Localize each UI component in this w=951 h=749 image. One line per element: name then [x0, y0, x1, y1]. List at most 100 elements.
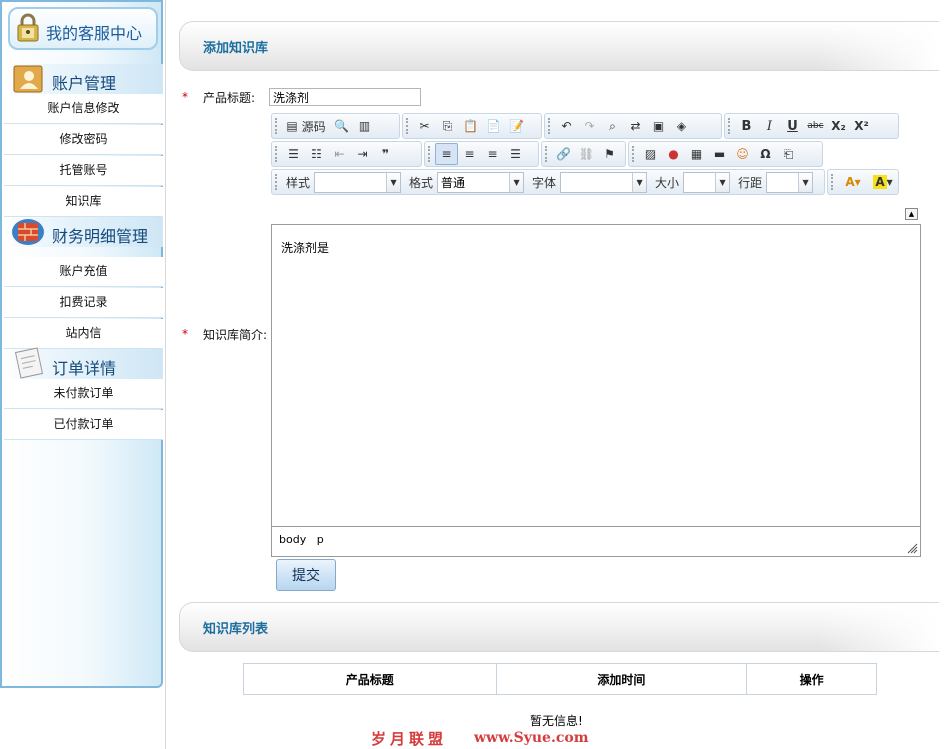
sidebar-item-unpaid-orders[interactable]: 未付款订单 [4, 379, 163, 409]
toolbar-grip[interactable] [545, 146, 549, 162]
font-select[interactable]: ▼ [560, 171, 648, 193]
sidebar-item-hosted-account[interactable]: 托管账号 [4, 156, 163, 186]
sidebar-item-account-info[interactable]: 账户信息修改 [4, 94, 163, 124]
image-button[interactable]: ▨ [639, 143, 662, 165]
required-mark: * [182, 327, 188, 341]
unlink-icon: ⛓ [578, 147, 595, 161]
toolbar-grip[interactable] [548, 118, 552, 134]
submit-button[interactable]: 提交 [276, 559, 336, 591]
sidebar-item-paid-orders[interactable]: 已付款订单 [4, 410, 163, 440]
preview-icon: 🔍 [334, 119, 349, 133]
editor-content-area[interactable]: 洗涤剂是 [271, 224, 921, 526]
toolbar-grip[interactable] [632, 146, 636, 162]
sidebar-item-knowledge-base[interactable]: 知识库 [4, 187, 163, 217]
toolbar-group-document: ▤ 源码 🔍 ▥ [271, 113, 400, 139]
flash-button[interactable]: ● [662, 143, 685, 165]
anchor-button[interactable]: ⚑ [598, 143, 621, 165]
copy-button[interactable]: ⎘ [436, 115, 459, 137]
align-left-button[interactable]: ≡ [435, 143, 458, 165]
paste-text-icon: 📄 [486, 119, 501, 133]
unlink-button[interactable]: ⛓ [575, 143, 598, 165]
paste-button[interactable]: 📋 [459, 115, 482, 137]
toolbar-grip[interactable] [406, 118, 410, 134]
align-center-button[interactable]: ≡ [458, 143, 481, 165]
knowledge-list-header: 知识库列表 [179, 602, 939, 652]
align-center-icon: ≡ [464, 147, 475, 161]
toolbar-grip[interactable] [831, 174, 835, 190]
underline-button[interactable]: U [781, 115, 804, 137]
align-justify-button[interactable]: ☰ [504, 143, 527, 165]
bulleted-list-button[interactable]: ☷ [305, 143, 328, 165]
sidebar-item-change-password[interactable]: 修改密码 [4, 125, 163, 155]
collapse-toolbar-button[interactable]: ▲ [905, 208, 918, 220]
resize-handle-icon[interactable] [907, 543, 918, 554]
toolbar-grip[interactable] [275, 146, 279, 162]
size-select[interactable]: ▼ [683, 171, 731, 193]
redo-button[interactable]: ↷ [578, 115, 601, 137]
knowledge-table: 产品标题 添加时间 操作 [243, 663, 877, 695]
empty-message: 暂无信息! [530, 714, 583, 728]
paste-text-button[interactable]: 📄 [482, 115, 505, 137]
format-select[interactable]: 普通 ▼ [437, 171, 525, 193]
horizontal-rule-button[interactable]: ▬ [708, 143, 731, 165]
toolbar-grip[interactable] [275, 118, 279, 134]
chevron-down-icon: ▼ [386, 172, 401, 192]
source-icon: ▤ [286, 119, 298, 133]
section-label: 订单详情 [52, 359, 117, 378]
cut-button[interactable]: ✂ [413, 115, 436, 137]
outdent-button[interactable]: ⇤ [328, 143, 351, 165]
page-break-button[interactable]: ⎗ [777, 143, 800, 165]
sidebar: 我的客服中心 账户管理 账户信息修改 修改密码 托管账号 知识库 财务明细管理 … [0, 0, 163, 688]
numbered-list-button[interactable]: ☰ [282, 143, 305, 165]
sidebar-title: 我的客服中心 [46, 24, 143, 43]
toolbar-grip[interactable] [428, 146, 432, 162]
indent-button[interactable]: ⇥ [351, 143, 374, 165]
line-height-select[interactable]: ▼ [766, 171, 814, 193]
source-button[interactable]: ▤ 源码 [282, 115, 330, 137]
redo-icon: ↷ [584, 119, 595, 133]
remove-format-button[interactable]: ◈ [670, 115, 693, 137]
section-label: 财务明细管理 [52, 227, 149, 246]
sidebar-item-charge-records[interactable]: 扣费记录 [4, 288, 163, 318]
section-account-management: 账户管理 [4, 64, 163, 94]
subscript-button[interactable]: X₂ [827, 115, 850, 137]
sidebar-item-recharge[interactable]: 账户充值 [4, 257, 163, 287]
italic-button[interactable]: I [758, 115, 781, 137]
path-body-link[interactable]: body [279, 533, 306, 546]
toolbar-grip[interactable] [275, 174, 279, 190]
table-button[interactable]: ▦ [685, 143, 708, 165]
paste-word-button[interactable]: 📝 [505, 115, 528, 137]
document-icon [14, 347, 44, 379]
link-button[interactable]: 🔗 [552, 143, 575, 165]
copy-icon: ⎘ [442, 118, 453, 133]
table-icon: ▦ [690, 147, 703, 161]
style-select[interactable]: ▼ [314, 171, 402, 193]
blockquote-button[interactable]: ❞ [374, 143, 397, 165]
source-label: 源码 [301, 119, 326, 134]
preview-button[interactable]: 🔍 [330, 115, 353, 137]
replace-button[interactable]: ⇄ [624, 115, 647, 137]
align-justify-icon: ☰ [510, 147, 521, 161]
product-title-input[interactable] [269, 88, 421, 106]
bg-color-button[interactable]: A ▾ [868, 171, 898, 193]
path-p-link[interactable]: p [317, 533, 324, 546]
superscript-button[interactable]: X² [850, 115, 873, 137]
flag-icon: ⚑ [604, 147, 615, 161]
text-color-icon: A▾ [845, 175, 861, 189]
toolbar-grip[interactable] [728, 118, 732, 134]
strike-button[interactable]: abc [804, 115, 827, 137]
special-char-button[interactable]: Ω [754, 143, 777, 165]
align-right-button[interactable]: ≡ [481, 143, 504, 165]
sidebar-item-messages[interactable]: 站内信 [4, 319, 163, 349]
bold-button[interactable]: B [735, 115, 758, 137]
table-header-row: 产品标题 添加时间 操作 [243, 663, 877, 695]
smiley-button[interactable]: ☺ [731, 143, 754, 165]
chevron-down-icon: ▼ [632, 172, 647, 192]
find-button[interactable]: ⌕ [601, 115, 624, 137]
undo-button[interactable]: ↶ [555, 115, 578, 137]
bg-color-icon: A [873, 175, 887, 189]
select-all-button[interactable]: ▣ [647, 115, 670, 137]
binoculars-icon: ⌕ [609, 118, 616, 133]
templates-button[interactable]: ▥ [353, 115, 376, 137]
text-color-button[interactable]: A▾ [838, 171, 868, 193]
